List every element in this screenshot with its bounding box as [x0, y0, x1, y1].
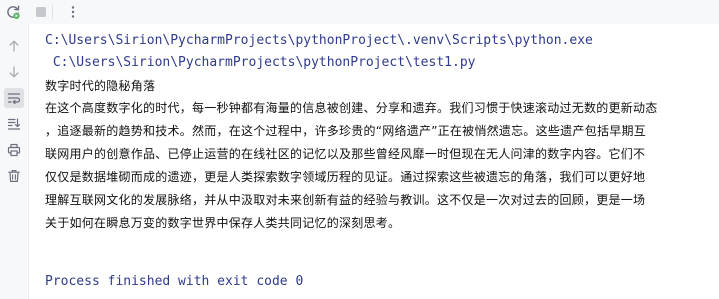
- clear-console-button[interactable]: [4, 166, 24, 186]
- output-line: 理解互联网文化的发展脉络，并从中汲取对未来创新有益的经验与教训。这不仅是一次对过…: [45, 193, 646, 207]
- output-line: ，追逐最新的趋势和技术。然而，在这个过程中，许多珍贵的“网络遗产”正在被悄然遗忘…: [45, 124, 646, 138]
- rerun-button[interactable]: [4, 3, 22, 21]
- scroll-up-button[interactable]: [4, 36, 24, 56]
- arrow-up-icon: [9, 40, 19, 52]
- process-exit-message: Process finished with exit code 0: [45, 274, 304, 289]
- console-side-toolbar: [0, 24, 29, 299]
- run-toolbar: [0, 0, 719, 24]
- soft-wrap-button[interactable]: [4, 88, 24, 108]
- console-output[interactable]: C:\Users\Sirion\PycharmProjects\pythonPr…: [29, 24, 719, 299]
- trash-icon: [8, 170, 20, 182]
- run-console-window: C:\Users\Sirion\PycharmProjects\pythonPr…: [0, 0, 719, 299]
- toolbar-separator: [52, 5, 53, 19]
- more-vertical-icon: [71, 6, 75, 18]
- output-line: 在这个高度数字化的时代，每一秒钟都有海量的信息被创建、分享和遗弃。我们习惯于快速…: [45, 101, 658, 115]
- stop-icon: [36, 7, 46, 17]
- more-options-button[interactable]: [64, 3, 82, 21]
- soft-wrap-icon: [7, 93, 21, 105]
- scroll-down-button[interactable]: [4, 62, 24, 82]
- rerun-icon: [7, 5, 20, 19]
- arrow-down-icon: [9, 66, 19, 78]
- output-line: 仅仅是数据堆砌而成的遗迹，更是人类探索数字领域历程的见证。通过探索这些被遗忘的角…: [45, 170, 646, 184]
- stop-button[interactable]: [32, 3, 50, 21]
- print-icon: [7, 143, 21, 157]
- interpreter-command-line: C:\Users\Sirion\PycharmProjects\pythonPr…: [45, 33, 593, 48]
- output-line: 关于如何在瞬息万变的数字世界中保存人类共同记忆的深刻思考。: [45, 216, 401, 230]
- output-title: 数字时代的隐秘角落: [45, 79, 156, 93]
- print-button[interactable]: [4, 140, 24, 160]
- scroll-to-end-button[interactable]: [4, 114, 24, 134]
- script-path-line: C:\Users\Sirion\PycharmProjects\pythonPr…: [45, 55, 476, 70]
- scroll-to-end-icon: [7, 118, 21, 130]
- output-line: 联网用户的创意作品、已停止运营的在线社区的记忆以及那些曾经风靡一时但现在无人问津…: [45, 147, 646, 161]
